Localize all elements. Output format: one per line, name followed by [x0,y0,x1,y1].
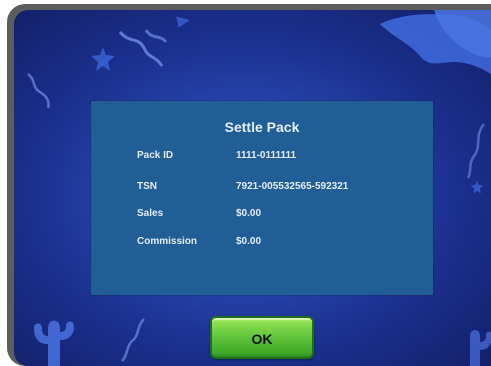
lasso-icon [466,123,486,179]
settle-pack-panel: Settle Pack Pack ID 1111-0111111 TSN 792… [91,101,433,295]
game-screen: Settle Pack Pack ID 1111-0111111 TSN 792… [14,10,491,366]
sales-label: Sales [137,208,164,219]
tsn-value: 7921-005532565-592321 [236,181,349,192]
lasso-icon [118,29,168,67]
cactus-icon [34,320,74,366]
star-icon [176,16,190,28]
tsn-label: TSN [137,181,157,192]
device-frame: Settle Pack Pack ID 1111-0111111 TSN 792… [7,4,491,366]
commission-label: Commission [137,236,198,247]
commission-value: $0.00 [236,236,262,247]
panel-title: Settle Pack [224,119,300,135]
star-icon [470,180,484,194]
sales-value: $0.00 [236,208,262,219]
pack-id-value: 1111-0111111 [236,150,297,161]
cowboy-hat-icon [380,10,491,75]
pack-id-label: Pack ID [137,150,174,161]
ok-button-label: OK [251,331,273,347]
lasso-icon [121,318,145,362]
lasso-icon [27,73,50,109]
ok-button[interactable]: OK [210,316,314,359]
star-icon [91,47,115,71]
cactus-icon [470,330,491,366]
